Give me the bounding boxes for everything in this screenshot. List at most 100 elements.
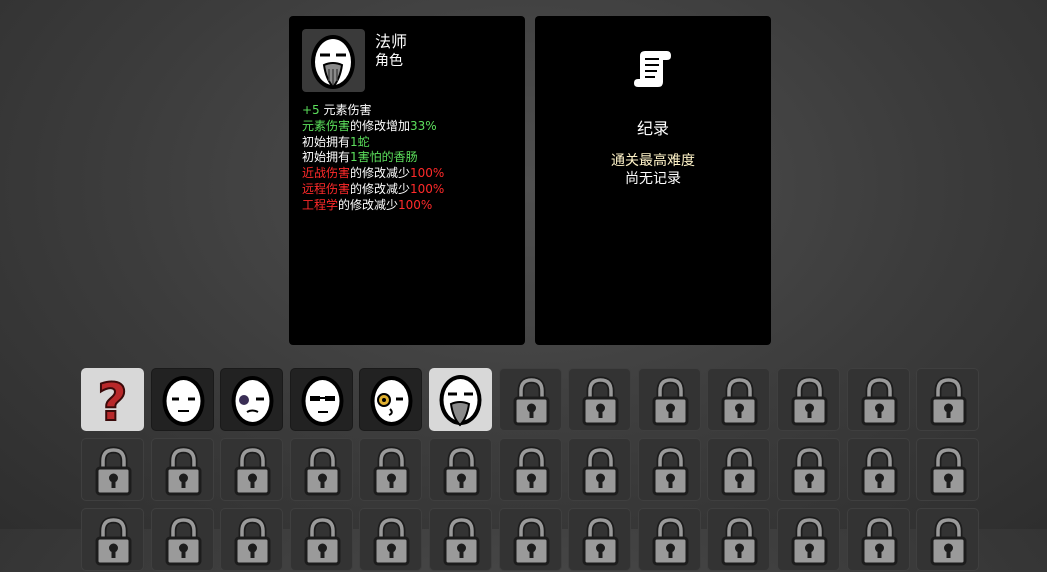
padlock-icon — [513, 516, 550, 566]
character-slot-egg-4[interactable] — [359, 368, 422, 431]
stat-line: 远程伤害的修改减少100% — [302, 182, 444, 198]
stat-segment: +5 — [302, 103, 320, 117]
padlock-icon — [930, 376, 967, 426]
record-title: 纪录 — [636, 119, 669, 138]
stat-segment: 近战伤害 — [302, 166, 351, 181]
question-mark-icon: ? — [96, 372, 128, 431]
stat-segment: 初始拥有 — [302, 150, 351, 165]
character-slot-locked[interactable] — [290, 438, 353, 501]
stat-segment: 元素伤害 — [302, 118, 351, 133]
character-slot-locked[interactable] — [568, 508, 631, 571]
character-slot-random[interactable]: ? — [81, 368, 144, 431]
character-slot-locked[interactable] — [707, 368, 770, 431]
egg-face-neutral-icon — [162, 376, 205, 426]
stat-segment: 的修改增加 — [350, 118, 411, 133]
stat-line: 元素伤害的修改增加33% — [302, 119, 444, 135]
character-slot-locked[interactable] — [638, 368, 701, 431]
character-slot-egg-1[interactable] — [151, 368, 214, 431]
character-slot-locked[interactable] — [151, 508, 214, 571]
stat-segment: 100% — [398, 197, 433, 212]
padlock-icon — [443, 446, 480, 496]
padlock-icon — [582, 376, 619, 426]
character-type: 角色 — [375, 53, 403, 69]
character-slot-locked[interactable] — [220, 508, 283, 571]
padlock-icon — [652, 376, 689, 426]
character-portrait — [302, 29, 365, 92]
egg-face-sunglasses-icon — [301, 376, 344, 426]
wizard-egg-icon — [311, 35, 355, 89]
egg-face-wizard-icon — [439, 375, 482, 427]
character-slot-locked[interactable] — [916, 368, 979, 431]
stat-line: 初始拥有1蛇 — [302, 135, 444, 151]
character-slot-egg-2[interactable] — [220, 368, 283, 431]
character-slot-locked[interactable] — [777, 438, 840, 501]
character-slot-locked[interactable] — [290, 508, 353, 571]
character-slot-locked[interactable] — [847, 438, 910, 501]
character-slot-locked[interactable] — [638, 508, 701, 571]
character-slot-locked[interactable] — [777, 368, 840, 431]
padlock-icon — [861, 446, 898, 496]
character-slot-locked[interactable] — [568, 438, 631, 501]
stat-segment: 100% — [410, 166, 445, 181]
character-slot-mage[interactable] — [429, 368, 492, 431]
stat-line: 工程学的修改减少100% — [302, 198, 444, 214]
character-slot-locked[interactable] — [429, 508, 492, 571]
character-slot-locked[interactable] — [638, 438, 701, 501]
character-slot-locked[interactable] — [847, 368, 910, 431]
stat-line: 初始拥有1害怕的香肠 — [302, 150, 444, 166]
padlock-icon — [95, 516, 132, 566]
character-slot-locked[interactable] — [81, 508, 144, 571]
padlock-icon — [582, 446, 619, 496]
padlock-icon — [930, 516, 967, 566]
character-slot-locked[interactable] — [499, 368, 562, 431]
character-slot-locked[interactable] — [777, 508, 840, 571]
character-slot-locked[interactable] — [81, 438, 144, 501]
padlock-icon — [373, 516, 410, 566]
padlock-icon — [721, 446, 758, 496]
padlock-icon — [721, 516, 758, 566]
character-slot-locked[interactable] — [359, 438, 422, 501]
stat-segment: 的修改减少 — [350, 166, 411, 181]
character-info-panel: 法师 角色 +5 元素伤害 元素伤害的修改增加33% 初始拥有1蛇 初始拥有1害怕的香… — [289, 16, 525, 345]
character-slot-locked[interactable] — [429, 438, 492, 501]
padlock-icon — [373, 446, 410, 496]
character-slot-locked[interactable] — [707, 508, 770, 571]
padlock-icon — [791, 376, 828, 426]
padlock-icon — [582, 516, 619, 566]
character-slot-locked[interactable] — [916, 438, 979, 501]
character-stats: +5 元素伤害 元素伤害的修改增加33% 初始拥有1蛇 初始拥有1害怕的香肠 近战伤害的… — [302, 103, 444, 214]
stat-segment: 100% — [410, 181, 445, 196]
character-slot-locked[interactable] — [499, 508, 562, 571]
stat-line: 近战伤害的修改减少100% — [302, 166, 444, 182]
character-slot-locked[interactable] — [847, 508, 910, 571]
character-slot-locked[interactable] — [568, 368, 631, 431]
padlock-icon — [930, 446, 967, 496]
padlock-icon — [791, 446, 828, 496]
padlock-icon — [304, 516, 341, 566]
padlock-icon — [304, 446, 341, 496]
padlock-icon — [513, 446, 550, 496]
stat-segment: 的修改减少 — [350, 181, 411, 196]
character-slot-locked[interactable] — [916, 508, 979, 571]
egg-face-eyepatch-icon — [370, 376, 413, 426]
character-slot-locked[interactable] — [151, 438, 214, 501]
padlock-icon — [165, 446, 202, 496]
padlock-icon — [165, 516, 202, 566]
stat-segment: 初始拥有 — [302, 134, 351, 149]
padlock-icon — [861, 516, 898, 566]
padlock-icon — [791, 516, 828, 566]
record-panel: 纪录 通关最高难度 尚无记录 — [535, 16, 771, 345]
character-slot-locked[interactable] — [220, 438, 283, 501]
character-name: 法师 — [375, 32, 408, 51]
padlock-icon — [234, 446, 271, 496]
character-slot-locked[interactable] — [499, 438, 562, 501]
stat-segment: 33% — [410, 118, 437, 133]
record-value: 尚无记录 — [625, 171, 681, 187]
stat-line: +5 元素伤害 — [302, 103, 444, 119]
character-slot-egg-3[interactable] — [290, 368, 353, 431]
character-slot-locked[interactable] — [707, 438, 770, 501]
padlock-icon — [443, 516, 480, 566]
character-slot-locked[interactable] — [359, 508, 422, 571]
record-label: 通关最高难度 — [611, 153, 695, 169]
stat-segment: 工程学 — [302, 197, 339, 212]
